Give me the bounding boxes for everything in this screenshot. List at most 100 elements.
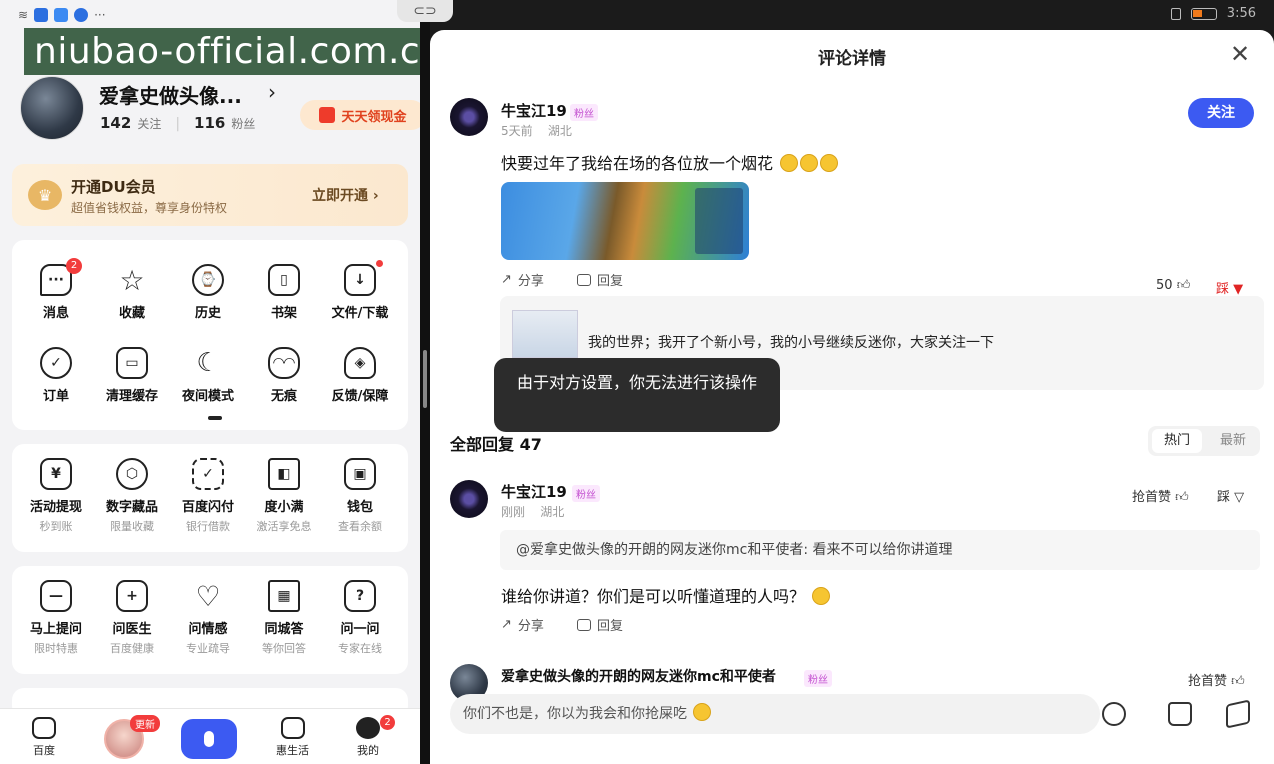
vip-title: 开通DU会员: [71, 178, 156, 196]
tool-history[interactable]: ⌚ 历史: [170, 264, 246, 321]
finance-duxiaoman[interactable]: ◧ 度小满 激活享免息: [246, 458, 322, 534]
nav-mine-badge: 2: [380, 715, 395, 730]
doctor-icon: +: [116, 580, 148, 612]
finance-sub: 激活享免息: [256, 520, 312, 533]
ask-question[interactable]: ? 问一问 专家在线: [322, 580, 398, 656]
link-icon[interactable]: ⊂⊃: [397, 0, 453, 22]
ask-doctor[interactable]: + 问医生 百度健康: [94, 580, 170, 656]
tab-hot[interactable]: 热门: [1152, 429, 1202, 453]
clock-time: 3:56: [1226, 6, 1256, 21]
share-button[interactable]: ↗ 分享: [501, 270, 544, 289]
reply-button[interactable]: 回复: [577, 615, 623, 634]
daily-cash-label: 天天领现金: [341, 109, 407, 125]
dislike-button[interactable]: 踩 ▼: [1216, 278, 1243, 297]
tools-grid: ··· 2 消息 ☆ 收藏 ⌚ 历史 ▯ 书架 ↓ 文件/下载 ✓ 订单 ▭ 清…: [12, 258, 408, 404]
fans-count[interactable]: 116: [194, 114, 225, 132]
battery-icon: [1190, 7, 1217, 20]
quoted-thumbnail: [512, 310, 578, 358]
voice-search-button[interactable]: [181, 719, 237, 759]
finance-sub: 查看余额: [338, 520, 382, 533]
thumbs-up-icon[interactable]: [1168, 702, 1192, 726]
tool-orders[interactable]: ✓ 订单: [18, 347, 94, 404]
tool-feedback[interactable]: ◈ 反馈/保障: [322, 347, 398, 404]
heart-icon: ♡: [195, 579, 221, 613]
first-like-button[interactable]: 抢首赞 👍︎: [1188, 670, 1245, 689]
tool-incognito[interactable]: ◠◠ 无痕: [246, 347, 322, 404]
post-time: 5天前: [501, 124, 533, 138]
like-button[interactable]: 50 👍︎: [1156, 278, 1190, 293]
vip-banner[interactable]: ♛ 开通DU会员 超值省钱权益，尊享身份特权 立即开通 ›: [12, 164, 408, 226]
nav-home[interactable]: 百度: [32, 717, 56, 758]
thumbs-down-icon: ▽: [1234, 490, 1245, 505]
finance-sub: 限量收藏: [110, 520, 154, 533]
daily-cash-button[interactable]: 天天领现金: [300, 100, 420, 130]
split-handle[interactable]: [423, 350, 427, 408]
first-like-button[interactable]: 抢首赞 👍︎: [1132, 486, 1189, 505]
share-icon[interactable]: [1226, 699, 1250, 729]
tab-latest[interactable]: 最新: [1208, 429, 1258, 453]
tools-card: ··· 2 消息 ☆ 收藏 ⌚ 历史 ▯ 书架 ↓ 文件/下载 ✓ 订单 ▭ 清…: [12, 240, 408, 430]
clock-icon: ⌚: [192, 264, 224, 296]
nav-life[interactable]: 惠生活: [276, 717, 309, 758]
vip-open-button[interactable]: 立即开通 ›: [312, 185, 379, 205]
microphone-icon: [204, 731, 214, 747]
close-icon[interactable]: ✕: [1230, 40, 1250, 68]
tool-night-mode[interactable]: ☾ 夜间模式: [170, 347, 246, 404]
moon-icon: ☾: [196, 348, 220, 378]
reply-text-body: 谁给你讲道？你们是可以听懂道理的人吗？: [501, 587, 806, 606]
grin-emoji-icon: [693, 703, 712, 721]
follow-count[interactable]: 142: [100, 114, 131, 132]
thumbs-down-icon: ▼: [1233, 282, 1244, 297]
tool-label: 清理缓存: [105, 389, 158, 404]
follow-button[interactable]: 关注: [1188, 98, 1254, 128]
dislike-button[interactable]: 踩 ▽: [1217, 486, 1244, 505]
comment-input[interactable]: 你们不也是，你以为我会和你抢屎吃: [450, 694, 1100, 734]
tool-messages[interactable]: ··· 2 消息: [18, 258, 94, 321]
finance-digital-collection[interactable]: ⬡ 数字藏品 限量收藏: [94, 458, 170, 534]
profile-face-icon: [356, 717, 380, 739]
split-divider[interactable]: [420, 0, 430, 764]
follow-label: 关注: [137, 117, 162, 131]
emoji-picker-icon[interactable]: [1102, 702, 1126, 726]
chevron-right-icon[interactable]: ›: [268, 80, 276, 104]
finance-withdraw[interactable]: ¥ 活动提现 秒到账: [18, 458, 94, 534]
tool-bookshelf[interactable]: ▯ 书架: [246, 264, 322, 321]
post-text-body: 快要过年了我给在场的各位放一个烟花: [501, 154, 774, 173]
ask-icon: —: [40, 580, 72, 612]
avatar[interactable]: [450, 98, 488, 136]
wifi-icon: ≋: [18, 8, 29, 22]
ask-now[interactable]: — 马上提问 限时特惠: [18, 580, 94, 656]
share-button[interactable]: ↗ 分享: [501, 615, 544, 634]
nav-mine[interactable]: 我的: [356, 717, 380, 758]
finance-label: 活动提现: [29, 500, 82, 515]
reply-author[interactable]: 牛宝江19: [501, 481, 567, 502]
tool-clear-cache[interactable]: ▭ 清理缓存: [94, 347, 170, 404]
finance-baidu-pay[interactable]: ✓ 百度闪付 银行借款: [170, 458, 246, 534]
finance-sub: 秒到账: [39, 520, 73, 533]
ask-emotion[interactable]: ♡ 问情感 专业疏导: [170, 580, 246, 656]
finance-wallet[interactable]: ▣ 钱包 查看余额: [322, 458, 398, 534]
fan-tag: 粉丝: [570, 104, 598, 121]
post-author[interactable]: 牛宝江19: [501, 100, 567, 121]
thumbs-up-icon: 👍︎: [1176, 278, 1191, 293]
tool-downloads[interactable]: ↓ 文件/下载: [322, 260, 398, 321]
reply-time: 刚刚: [501, 505, 526, 519]
profile-stats: 142 关注 | 116 粉丝: [100, 114, 256, 132]
reply-button[interactable]: 回复: [577, 270, 623, 289]
finance-grid: ¥ 活动提现 秒到账 ⬡ 数字藏品 限量收藏 ✓ 百度闪付 银行借款 ◧ 度小满…: [12, 458, 408, 534]
comment-draft: 你们不也是，你以为我会和你抢屎吃: [463, 706, 687, 722]
profile-header: 爱拿史做头像... › 142 关注 | 116 粉丝 天天领现金: [20, 74, 420, 144]
all-replies-header: 全部回复 47: [450, 431, 542, 455]
crown-icon: ♛: [28, 180, 62, 210]
post-image[interactable]: [501, 182, 749, 260]
tool-favorites[interactable]: ☆ 收藏: [94, 264, 170, 322]
finance-sub: 银行借款: [186, 520, 230, 533]
reply-author[interactable]: 爱拿史做头像的开朗的网友迷你mc和平使者: [501, 666, 776, 686]
cube-icon: ⬡: [116, 458, 148, 490]
tool-label: 历史: [194, 306, 221, 321]
dislike-label: 踩: [1216, 282, 1230, 297]
profile-name[interactable]: 爱拿史做头像...: [99, 80, 242, 109]
avatar[interactable]: [20, 76, 84, 140]
avatar[interactable]: [450, 480, 488, 518]
ask-local[interactable]: ▦ 同城答 等你回答: [246, 580, 322, 656]
